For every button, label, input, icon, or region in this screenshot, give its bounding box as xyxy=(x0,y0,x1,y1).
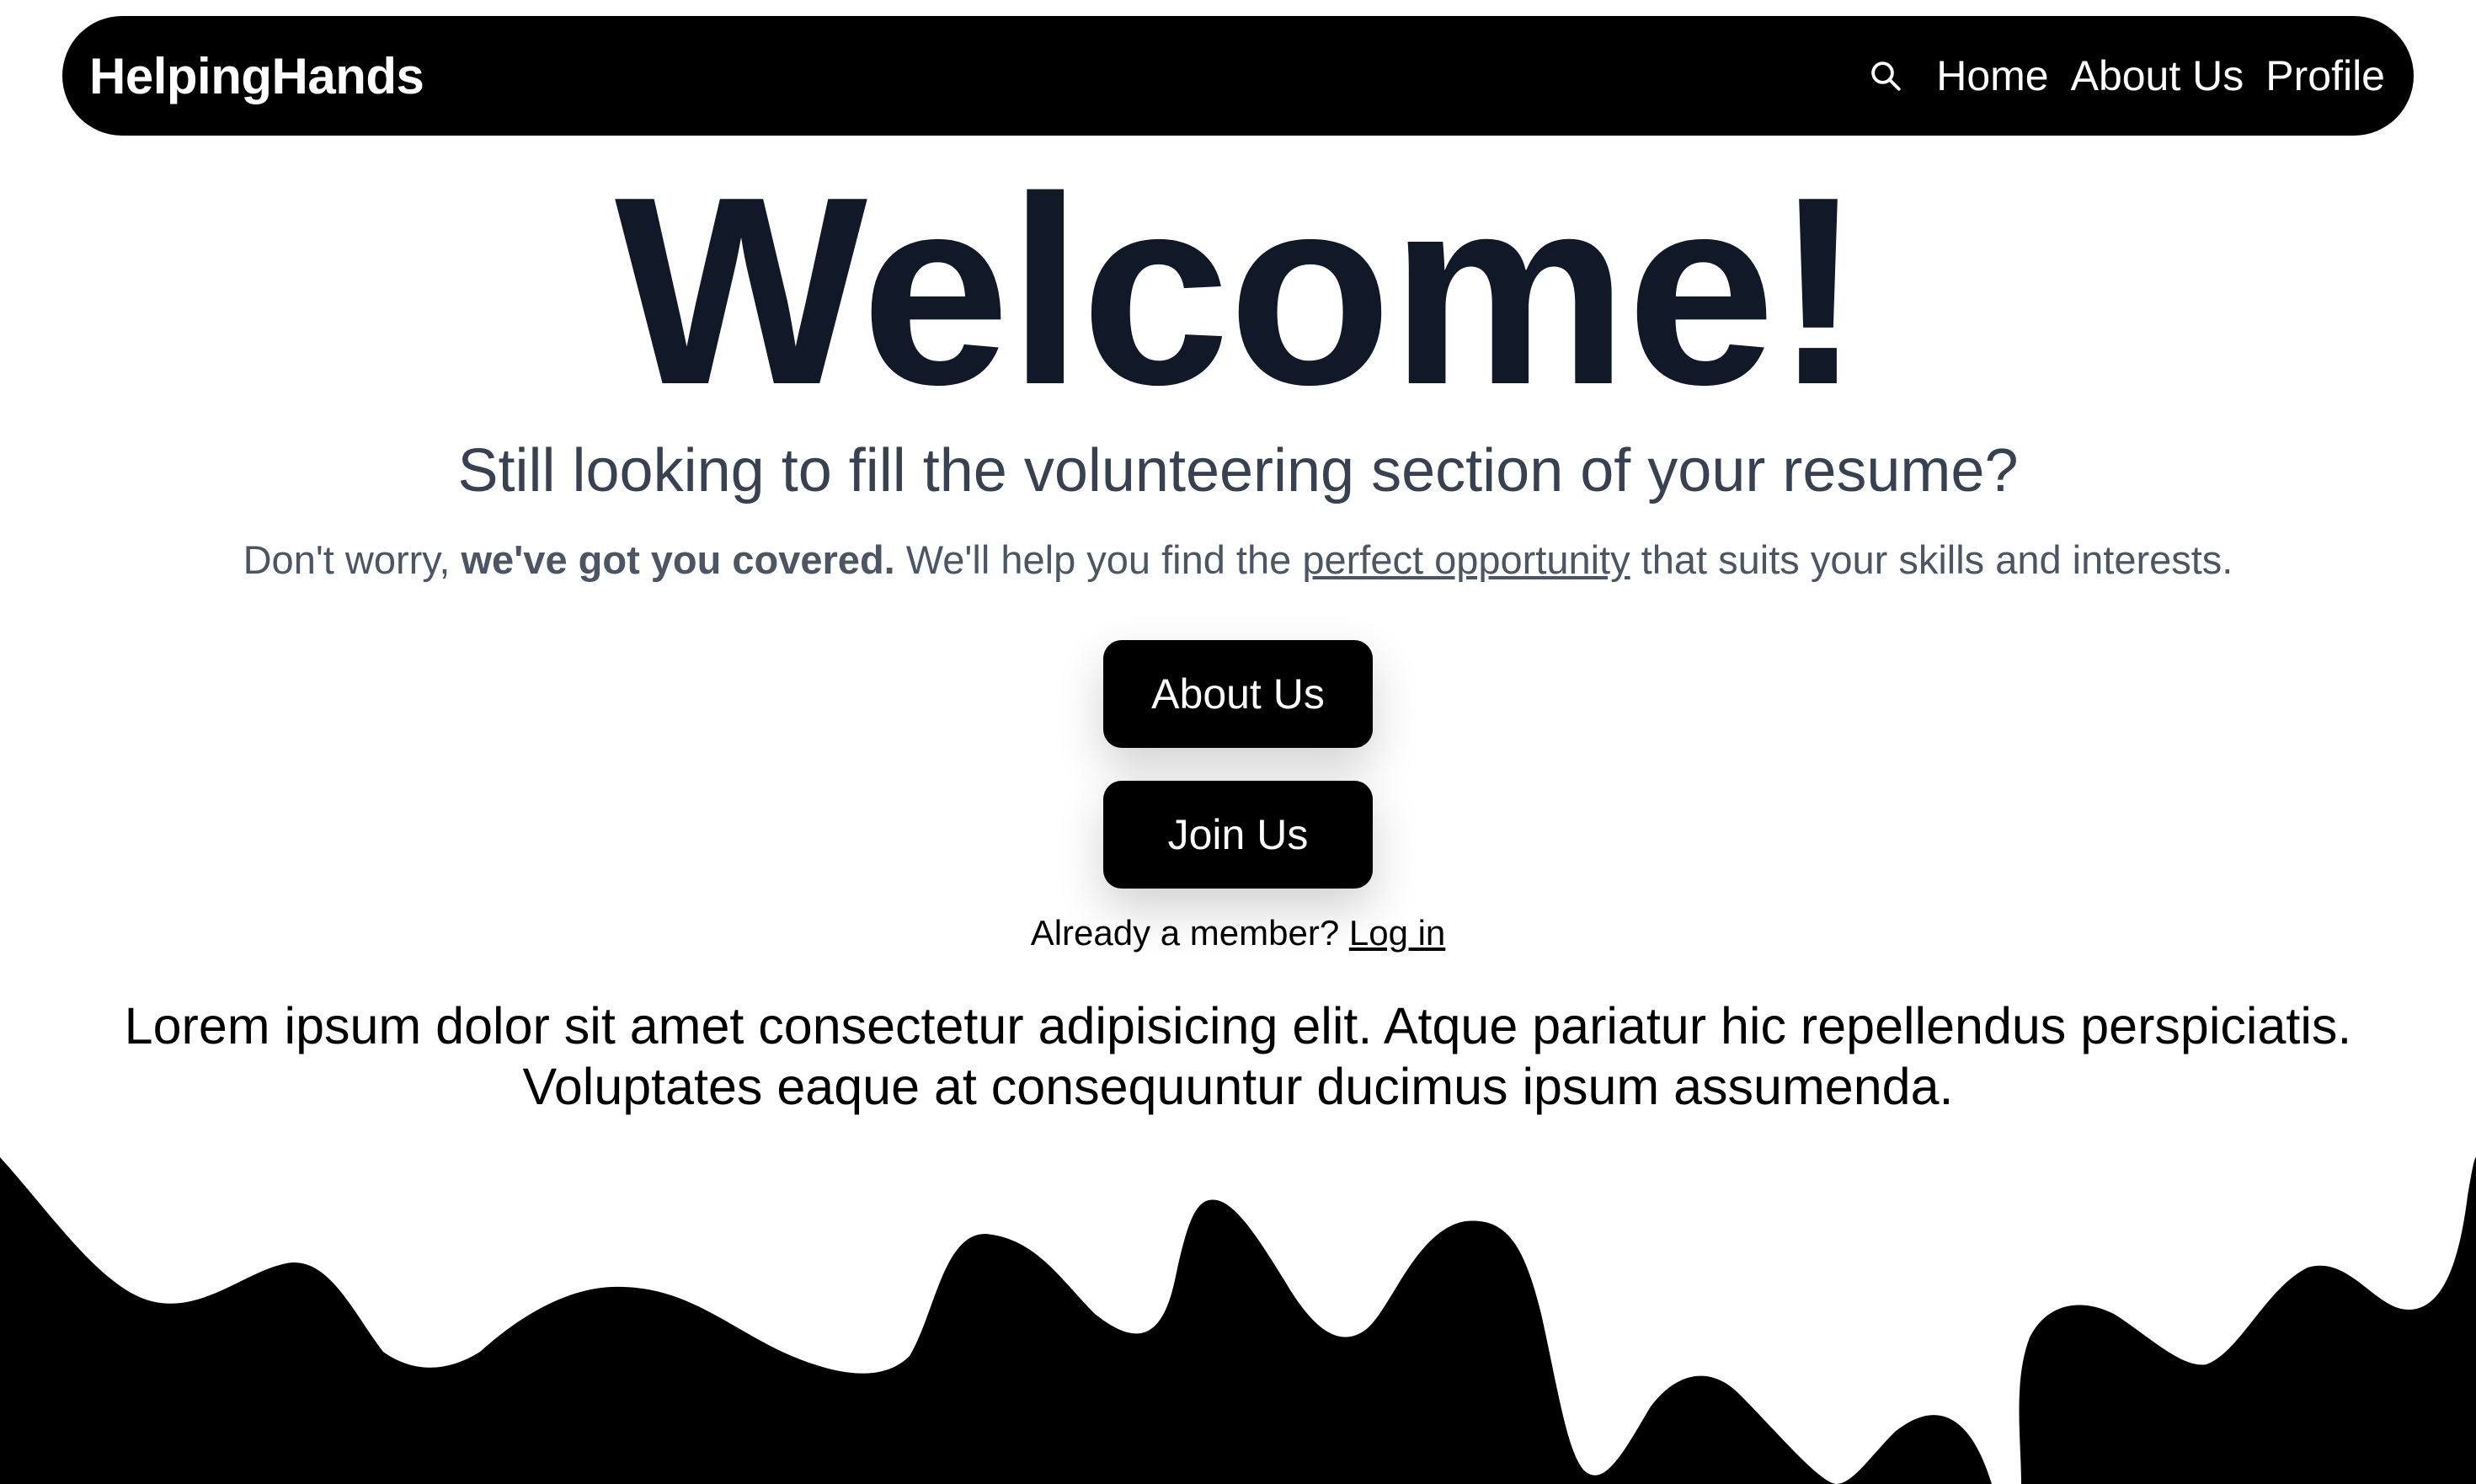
log-in-link[interactable]: Log in xyxy=(1349,913,1445,953)
hero-description: Don't worry, we've got you covered. We'l… xyxy=(0,532,2476,588)
hero-desc-text-1: Don't worry, xyxy=(243,537,462,582)
page: HelpingHands Home About Us Profile Welco… xyxy=(0,0,2476,1484)
nav-about-link[interactable]: About Us xyxy=(2071,51,2244,100)
lorem-line-1: Lorem ipsum dolor sit amet consectetur a… xyxy=(124,997,2352,1054)
search-icon[interactable] xyxy=(1865,56,1906,96)
hero-subtitle: Still looking to fill the volunteering s… xyxy=(457,437,2019,504)
hero-desc-text-2: We'll help you find the xyxy=(894,537,1303,582)
nav-profile-link[interactable]: Profile xyxy=(2265,51,2385,100)
lorem-line-2: Voluptates eaque at consequuntur ducimus… xyxy=(522,1058,1954,1115)
member-prompt: Already a member? Log in xyxy=(0,910,2476,957)
join-us-button[interactable]: Join Us xyxy=(1103,781,1373,889)
member-prompt-text: Already a member? xyxy=(1030,913,1349,953)
nav-home-link[interactable]: Home xyxy=(1936,51,2048,100)
hero-desc-text-3: that suits your skills and interests. xyxy=(1630,537,2233,582)
about-us-button[interactable]: About Us xyxy=(1103,640,1373,748)
navbar: HelpingHands Home About Us Profile xyxy=(62,16,2414,136)
lorem-paragraph: Lorem ipsum dolor sit amet consectetur a… xyxy=(34,996,2442,1117)
decorative-wave xyxy=(0,1157,2476,1484)
perfect-opportunity-link[interactable]: perfect opportunity xyxy=(1302,537,1630,582)
nav-links: Home About Us Profile xyxy=(1865,51,2385,100)
hero-title: Welcome! xyxy=(614,141,1863,440)
brand-logo[interactable]: HelpingHands xyxy=(89,47,424,105)
hero-desc-bold: we've got you covered. xyxy=(461,537,895,582)
